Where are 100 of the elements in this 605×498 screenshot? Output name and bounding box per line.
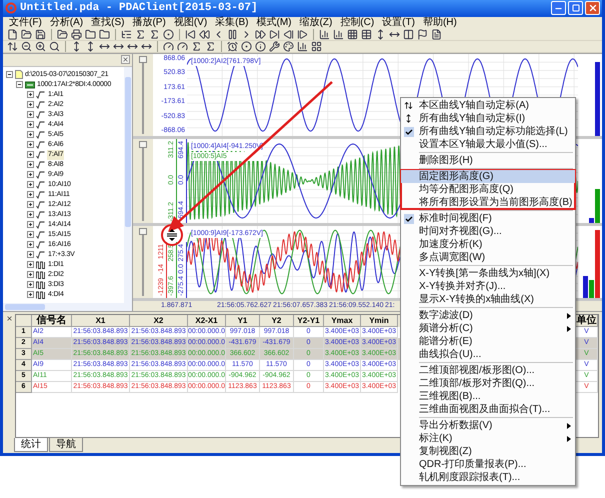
expand-toggle[interactable] [16,81,23,88]
menu-bar-item[interactable]: 播放(P) [132,16,166,29]
expand-toggle[interactable] [27,271,34,278]
menu-item[interactable]: 所有曲线Y轴自动定标(I) [401,112,575,125]
bar-chart-icon[interactable] [319,28,330,40]
expand-toggle[interactable] [27,201,34,208]
folder-icon[interactable] [85,28,96,40]
menu-item[interactable]: 均等分配图形高度(Q) [401,183,575,196]
close-button[interactable] [585,1,600,16]
vertical-arrows-icon[interactable] [85,40,96,52]
menu-bar-item[interactable]: 查找(S) [91,16,124,29]
menu-item[interactable]: X-Y转换[第一条曲线为x轴](X) [401,267,575,280]
menu-bar-item[interactable]: 模式(M) [256,16,292,29]
menu-bar-item[interactable]: 文件(F) [9,16,42,29]
expand-toggle[interactable] [27,141,34,148]
expand-toggle[interactable] [27,121,34,128]
menu-item[interactable]: 能谱分析(E) [401,335,575,348]
menu-item[interactable]: 删除图形(H) [401,154,575,167]
autoscale-icon[interactable] [7,40,18,52]
skip-forward-icon[interactable] [269,28,280,40]
menu-item[interactable]: 多点调宽图(W) [401,251,575,264]
table-icon[interactable] [361,28,372,40]
expand-toggle[interactable] [27,241,34,248]
expand-toggle[interactable] [27,161,34,168]
open-folder-icon[interactable] [57,28,68,40]
gauge-icon[interactable] [163,40,174,52]
expand-toggle[interactable] [27,181,34,188]
list-icon[interactable] [121,28,132,40]
save-icon[interactable] [35,28,46,40]
slider-thumb[interactable] [139,56,147,63]
menu-item[interactable]: 显示X-Y转换的x轴曲线(X) [401,293,575,306]
menu-bar-item[interactable]: 帮助(H) [422,16,457,29]
menu-item[interactable]: 本区曲线Y轴自动定标(A) [401,99,575,112]
slider-thumb[interactable] [139,140,147,148]
menu-item[interactable]: QDR-打印质量报表(P)... [401,458,575,471]
expand-toggle[interactable] [27,211,34,218]
expand-toggle[interactable] [27,191,34,198]
expand-toggle[interactable] [27,261,34,268]
vertical-arrows-icon[interactable] [375,28,386,40]
menu-item[interactable]: 曲线拟合(U)... [401,348,575,361]
menu-item[interactable]: 标注(K) [401,432,575,445]
menu-bar-item[interactable]: 缩放(Z) [300,16,332,29]
expand-toggle[interactable] [27,291,34,298]
menu-bar-item[interactable]: 采集(B) [215,16,248,29]
circle-icon[interactable] [163,28,174,40]
close-icon[interactable] [6,314,13,322]
menu-item[interactable]: 导出分析数据(V) [401,419,575,432]
fast-forward-icon[interactable] [255,28,266,40]
expand-toggle[interactable] [27,101,34,108]
menu-bar-item[interactable]: 分析(A) [50,16,84,29]
vertical-slider[interactable] [139,56,147,134]
menu-bar-item[interactable]: 控制(C) [340,16,374,29]
tab[interactable]: 统计 [14,438,48,452]
new-file-icon[interactable] [7,28,18,40]
horizontal-scrollbar[interactable] [3,302,132,311]
sigma-icon[interactable] [191,40,202,52]
menu-item[interactable]: 三维视图(B)... [401,390,575,403]
expand-toggle[interactable] [27,231,34,238]
menu-bar-item[interactable]: 视图(V) [174,16,208,29]
open-folder-icon[interactable] [21,28,32,40]
menu-item[interactable]: 三维曲面视图及曲面拟合(T)... [401,403,575,416]
zoom-out-icon[interactable] [21,40,32,52]
sigma-icon[interactable] [135,28,146,40]
expand-toggle[interactable] [27,251,34,258]
expand-toggle[interactable] [27,281,34,288]
search-icon[interactable] [49,40,60,52]
menu-item[interactable]: 加速度分析(K) [401,238,575,251]
menu-item[interactable]: 设置本区Y轴最大最小值(S)... [401,138,575,151]
vertical-slider[interactable] [139,228,147,296]
bar-chart-icon[interactable] [333,28,344,40]
vertical-arrows-icon[interactable] [71,40,82,52]
expand-toggle[interactable] [27,131,34,138]
menu-item[interactable]: 轧机刚度跟踪报表(T)... [401,471,575,484]
expand-toggle[interactable] [27,171,34,178]
panel-icon[interactable] [403,28,414,40]
pause-icon[interactable] [227,28,238,40]
minimize-button[interactable] [551,1,566,16]
flag-icon[interactable] [417,28,428,40]
menu-item[interactable]: 时间对齐视图(G)... [401,225,575,238]
expand-toggle[interactable] [27,151,34,158]
vertical-scrollbar[interactable] [124,66,132,303]
rewind-icon[interactable] [199,28,210,40]
info-icon[interactable] [255,40,266,52]
step-forward-icon[interactable] [297,28,308,40]
sigma-icon[interactable] [149,28,160,40]
menu-item[interactable]: 标准时间视图(F) [401,212,575,225]
step-back-icon[interactable] [283,28,294,40]
wrench-icon[interactable] [269,40,280,52]
expand-toggle[interactable] [27,111,34,118]
document-icon[interactable] [431,28,442,40]
menu-item[interactable]: 复制视图(Z) [401,445,575,458]
circle-icon[interactable] [241,40,252,52]
slider-thumb[interactable] [139,228,147,235]
close-icon[interactable] [121,55,130,64]
menu-bar-item[interactable]: 设置(T) [382,16,415,29]
vertical-slider[interactable] [139,140,147,221]
menu-item[interactable]: 数字滤波(D) [401,309,575,322]
maximize-button[interactable] [568,1,583,16]
bar-chart-icon[interactable] [297,40,308,52]
skip-back-icon[interactable] [185,28,196,40]
